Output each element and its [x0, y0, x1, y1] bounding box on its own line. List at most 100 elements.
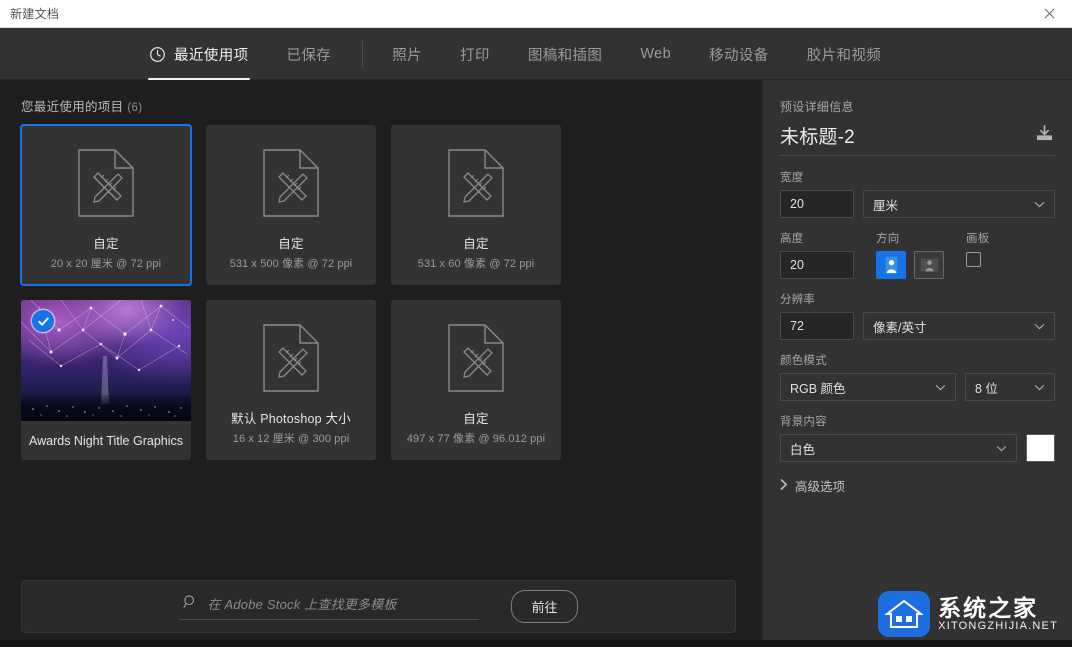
- stock-go-button[interactable]: 前往: [511, 590, 577, 623]
- artboard-label: 画板: [966, 230, 989, 246]
- bottom-strip: [0, 640, 1072, 647]
- recent-item-meta: 自定 20 x 20 厘米 @ 72 ppi: [21, 233, 191, 285]
- document-name-input[interactable]: 未标题-2: [780, 128, 855, 149]
- tab-recent-label: 最近使用项: [174, 44, 249, 65]
- tab-web-label: Web: [640, 46, 671, 62]
- height-field-group: 高度 20: [780, 230, 854, 279]
- tab-print-label: 打印: [460, 44, 490, 65]
- color-mode-label: 颜色模式: [780, 352, 1055, 368]
- resolution-input[interactable]: 72: [780, 312, 854, 340]
- recent-items-heading: 您最近使用的项目 (6): [21, 96, 142, 115]
- title-bar: 新建文档: [0, 0, 1072, 28]
- chevron-down-icon: [1034, 197, 1045, 211]
- width-field-group: 宽度 20 厘米: [780, 169, 1055, 218]
- document-pencil-ruler-icon: [206, 300, 376, 408]
- document-pencil-ruler-icon: [391, 300, 561, 408]
- tab-bar: 最近使用项 已保存 照片 打印 图稿和插图 Web 移动设备: [0, 28, 1072, 80]
- color-mode-value: RGB 颜色: [790, 378, 846, 397]
- recent-items-heading-label: 您最近使用的项目: [21, 100, 123, 114]
- stock-search-input[interactable]: 在 Adobe Stock 上查找更多模板: [179, 594, 479, 620]
- recent-item-card[interactable]: 默认 Photoshop 大小 16 x 12 厘米 @ 300 ppi: [206, 300, 376, 460]
- tab-saved[interactable]: 已保存: [268, 28, 351, 80]
- recent-item-meta: 自定 497 x 77 像素 @ 96.012 ppi: [391, 408, 561, 460]
- tab-separator: [362, 41, 363, 67]
- recent-items-count: (6): [127, 102, 142, 114]
- orientation-group: 方向: [876, 230, 944, 279]
- preset-details-heading: 预设详细信息: [780, 98, 1055, 115]
- background-color-swatch[interactable]: [1026, 434, 1055, 462]
- width-unit-value: 厘米: [873, 195, 898, 214]
- recent-item-meta: 默认 Photoshop 大小 16 x 12 厘米 @ 300 ppi: [206, 408, 376, 460]
- recent-item-card[interactable]: 自定 497 x 77 像素 @ 96.012 ppi: [391, 300, 561, 460]
- adobe-stock-search-inner: 在 Adobe Stock 上查找更多模板 前往: [179, 590, 577, 623]
- tab-recent[interactable]: 最近使用项: [130, 28, 268, 80]
- tab-saved-label: 已保存: [287, 44, 332, 65]
- recent-item-subtitle: 497 x 77 像素 @ 96.012 ppi: [397, 430, 555, 446]
- tab-film-and-video[interactable]: 胶片和视频: [788, 28, 901, 80]
- recent-item-subtitle: 531 x 500 像素 @ 72 ppi: [212, 255, 370, 271]
- document-name-row: 未标题-2: [780, 125, 1055, 156]
- save-preset-icon[interactable]: [1034, 125, 1055, 147]
- clock-icon: [149, 46, 166, 63]
- window-title: 新建文档: [10, 5, 59, 22]
- search-icon: [183, 594, 198, 614]
- background-row: 白色: [780, 434, 1055, 462]
- artboard-group: 画板: [966, 230, 989, 279]
- resolution-unit-value: 像素/英寸: [873, 317, 926, 336]
- bit-depth-value: 8 位: [975, 378, 998, 397]
- background-value: 白色: [790, 439, 815, 458]
- artboard-checkbox[interactable]: [966, 252, 981, 267]
- advanced-options-toggle[interactable]: 高级选项: [780, 476, 1055, 495]
- recent-item-card-template[interactable]: Awards Night Title Graphics: [21, 300, 191, 460]
- city-skyline: [21, 395, 191, 421]
- resolution-row: 72 像素/英寸: [780, 312, 1055, 340]
- recent-items-grid: 自定 20 x 20 厘米 @ 72 ppi 自定: [21, 125, 736, 460]
- portrait-orientation-button[interactable]: [876, 251, 906, 279]
- preset-details-pane: 预设详细信息 未标题-2 宽度 20 厘米: [762, 80, 1072, 640]
- resolution-unit-select[interactable]: 像素/英寸: [863, 312, 1055, 340]
- recent-item-meta: 自定 531 x 500 像素 @ 72 ppi: [206, 233, 376, 285]
- color-mode-field-group: 颜色模式 RGB 颜色 8 位: [780, 352, 1055, 401]
- recent-item-subtitle: 531 x 60 像素 @ 72 ppi: [397, 255, 555, 271]
- landscape-icon: [920, 258, 939, 272]
- width-input[interactable]: 20: [780, 190, 854, 218]
- close-button[interactable]: [1026, 0, 1072, 27]
- tab-photo[interactable]: 照片: [373, 28, 441, 80]
- tab-list: 最近使用项 已保存 照片 打印 图稿和插图 Web 移动设备: [130, 28, 900, 80]
- color-mode-select[interactable]: RGB 颜色: [780, 373, 956, 401]
- check-badge-icon: [32, 310, 54, 332]
- tab-art-and-illustration-label: 图稿和插图: [528, 44, 603, 65]
- recent-item-card[interactable]: 自定 531 x 500 像素 @ 72 ppi: [206, 125, 376, 285]
- recent-item-title: 自定: [27, 233, 185, 252]
- chevron-down-icon: [996, 441, 1007, 455]
- recent-item-subtitle: 20 x 20 厘米 @ 72 ppi: [27, 255, 185, 271]
- width-unit-select[interactable]: 厘米: [863, 190, 1055, 218]
- preset-browser-pane: 您最近使用的项目(6) 自定 20 x 20 厘米 @: [0, 80, 762, 640]
- recent-item-card[interactable]: 自定 20 x 20 厘米 @ 72 ppi: [21, 125, 191, 285]
- recent-item-meta: 自定 531 x 60 像素 @ 72 ppi: [391, 233, 561, 285]
- document-pencil-ruler-icon: [206, 125, 376, 233]
- background-select[interactable]: 白色: [780, 434, 1017, 462]
- document-pencil-ruler-icon: [391, 125, 561, 233]
- recent-item-subtitle: 16 x 12 厘米 @ 300 ppi: [212, 430, 370, 446]
- recent-item-card[interactable]: 自定 531 x 60 像素 @ 72 ppi: [391, 125, 561, 285]
- height-label: 高度: [780, 230, 854, 246]
- orientation-label: 方向: [876, 230, 944, 246]
- template-title: Awards Night Title Graphics: [21, 421, 191, 460]
- recent-item-title: 自定: [212, 233, 370, 252]
- document-pencil-ruler-icon: [21, 125, 191, 233]
- landscape-orientation-button[interactable]: [914, 251, 944, 279]
- tab-print[interactable]: 打印: [441, 28, 509, 80]
- adobe-stock-search-bar: 在 Adobe Stock 上查找更多模板 前往: [21, 580, 736, 633]
- background-label: 背景内容: [780, 413, 1055, 429]
- tab-photo-label: 照片: [392, 44, 422, 65]
- tab-art-and-illustration[interactable]: 图稿和插图: [509, 28, 622, 80]
- tab-web[interactable]: Web: [621, 28, 690, 80]
- chevron-down-icon: [1034, 380, 1045, 394]
- tab-film-and-video-label: 胶片和视频: [807, 44, 882, 65]
- recent-item-title: 自定: [397, 233, 555, 252]
- bit-depth-select[interactable]: 8 位: [965, 373, 1055, 401]
- height-input[interactable]: 20: [780, 251, 854, 279]
- tab-mobile[interactable]: 移动设备: [690, 28, 788, 80]
- height-orientation-artboard-row: 高度 20 方向: [780, 230, 1055, 279]
